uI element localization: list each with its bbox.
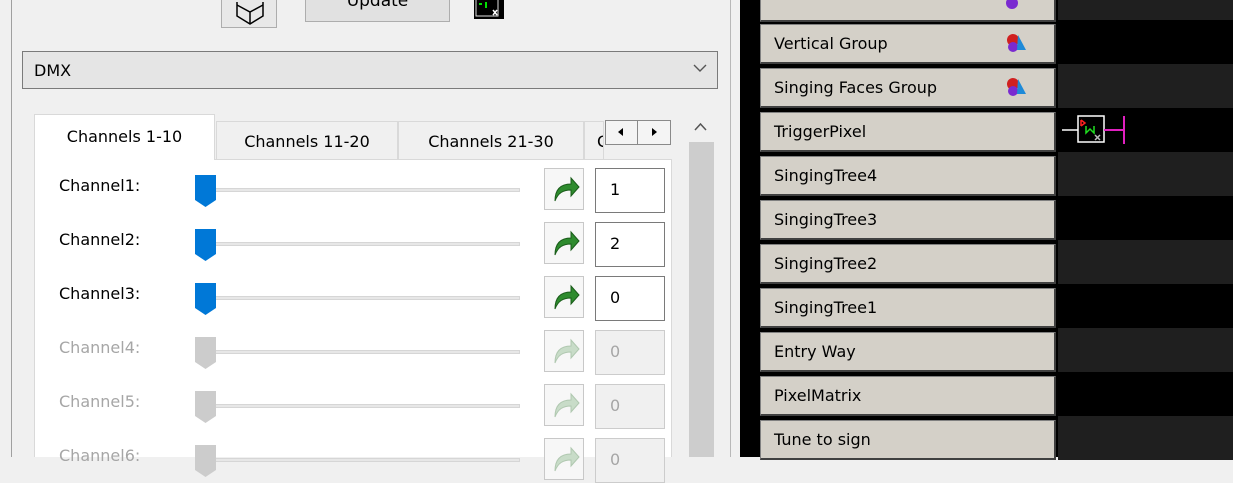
- model-label: SingingTree1: [774, 298, 878, 317]
- cube-button[interactable]: [221, 0, 277, 28]
- effect-type-value: DMX: [34, 61, 72, 80]
- model-row[interactable]: SingingTree2: [760, 244, 1056, 284]
- channel-label: Channel1:: [59, 176, 141, 195]
- timeline-row[interactable]: [1058, 284, 1233, 328]
- effect-type-dropdown[interactable]: DMX: [22, 51, 718, 89]
- channel-reset-button[interactable]: [544, 276, 584, 318]
- reset-arrow-icon: [554, 338, 580, 364]
- channel-label: Channel5:: [59, 392, 141, 411]
- timeline-row[interactable]: [1058, 196, 1233, 240]
- chevron-down-icon: [693, 64, 707, 72]
- tab-channels-1-10[interactable]: Channels 1-10: [34, 114, 215, 160]
- model-label: SingingTree4: [774, 166, 878, 185]
- channel-reset-button[interactable]: [544, 168, 584, 210]
- channel-slider-track: [195, 404, 520, 408]
- channel-value-field: 0: [595, 438, 665, 483]
- channel-label: Channel4:: [59, 338, 141, 357]
- channel-label: Channel3:: [59, 284, 141, 303]
- timeline-row[interactable]: [1058, 328, 1233, 372]
- group-icon: [1006, 0, 1018, 9]
- reset-arrow-icon: [554, 446, 580, 472]
- scrollbar-thumb[interactable]: [689, 142, 714, 457]
- timeline-row[interactable]: [1058, 372, 1233, 416]
- channel-value-field: 0: [595, 384, 665, 429]
- model-row[interactable]: SingingTree3: [760, 200, 1056, 240]
- dmx-effect-icon[interactable]: [474, 0, 504, 19]
- model-row[interactable]: Entry Way: [760, 332, 1056, 372]
- chevron-up-icon[interactable]: [694, 122, 707, 131]
- channel-slider-track[interactable]: [195, 242, 520, 246]
- panel-splitter[interactable]: [730, 0, 740, 457]
- model-label: Singing Faces Group: [774, 78, 938, 97]
- channel-slider-thumb: [195, 337, 216, 369]
- channel-label: Channel2:: [59, 230, 141, 249]
- channel-slider-track: [195, 350, 520, 354]
- channel-value-field[interactable]: 0: [595, 276, 665, 321]
- tab-scroll-right-button[interactable]: [639, 121, 670, 144]
- triangle-left-icon: [618, 128, 623, 136]
- group-icon: [1007, 34, 1026, 52]
- reset-arrow-icon: [554, 176, 580, 202]
- tab-scroll-left-button[interactable]: [606, 121, 638, 144]
- 3d-cube-icon: [236, 2, 264, 25]
- model-row[interactable]: TriggerPixel: [760, 112, 1056, 152]
- channel-slider-thumb: [195, 445, 216, 477]
- panel-border: [11, 0, 12, 457]
- channel-reset-button: [544, 330, 584, 372]
- tab-channels-31-40[interactable]: Channels 31-40: [584, 121, 604, 160]
- channel-value-field: 0: [595, 330, 665, 375]
- dmx-effect-block[interactable]: [1058, 108, 1148, 152]
- channel-reset-button[interactable]: [544, 222, 584, 264]
- timeline-row[interactable]: [1058, 240, 1233, 284]
- reset-arrow-icon: [554, 284, 580, 310]
- reset-arrow-icon: [554, 392, 580, 418]
- update-button-label: Update: [346, 0, 409, 11]
- model-row[interactable]: SingingTree1: [760, 288, 1056, 328]
- model-label: SingingTree3: [774, 210, 878, 229]
- model-label: Entry Way: [774, 342, 856, 361]
- tab-scroll-buttons: [605, 120, 671, 145]
- channel-label: Channel6:: [59, 446, 141, 465]
- group-icon: [1007, 78, 1026, 96]
- model-row[interactable]: Singing Faces Group: [760, 68, 1056, 108]
- channel-slider-thumb: [195, 391, 216, 423]
- model-label: SingingTree2: [774, 254, 878, 273]
- channel-value-field[interactable]: 2: [595, 222, 665, 267]
- model-row-partial[interactable]: [760, 0, 1056, 22]
- tab-label: Channels 1-10: [66, 127, 183, 146]
- model-label: PixelMatrix: [774, 386, 862, 405]
- channel-slider-track[interactable]: [195, 296, 520, 300]
- timeline-row[interactable]: [1058, 416, 1233, 460]
- channel-slider-track: [195, 458, 520, 462]
- channel-reset-button: [544, 384, 584, 426]
- reset-arrow-icon: [554, 230, 580, 256]
- tab-label: Channels 31-40: [585, 132, 603, 151]
- model-label: Tune to sign: [774, 430, 871, 449]
- channel-slider-track[interactable]: [195, 188, 520, 192]
- model-label: Vertical Group: [774, 34, 888, 53]
- timeline-row[interactable]: [1058, 20, 1233, 64]
- model-row[interactable]: Tune to sign: [760, 420, 1056, 460]
- tab-label: Channels 21-30: [428, 132, 554, 151]
- triangle-right-icon: [652, 128, 657, 136]
- channel-value-field[interactable]: 1: [595, 168, 665, 213]
- tab-channels-11-20[interactable]: Channels 11-20: [216, 121, 398, 160]
- model-row[interactable]: PixelMatrix: [760, 376, 1056, 416]
- model-row[interactable]: Vertical Group: [760, 24, 1056, 64]
- tab-label: Channels 11-20: [244, 132, 370, 151]
- channel-slider-thumb[interactable]: [194, 282, 217, 316]
- model-row[interactable]: SingingTree4: [760, 156, 1056, 196]
- update-button[interactable]: Update: [305, 0, 450, 22]
- timeline-row[interactable]: [1058, 152, 1233, 196]
- tab-channels-21-30[interactable]: Channels 21-30: [398, 121, 584, 160]
- channel-slider-thumb[interactable]: [194, 174, 217, 208]
- timeline-row[interactable]: [1058, 0, 1233, 20]
- model-label: TriggerPixel: [774, 122, 867, 141]
- timeline-row[interactable]: [1058, 64, 1233, 108]
- channel-reset-button: [544, 438, 584, 480]
- channel-slider-thumb[interactable]: [194, 228, 217, 262]
